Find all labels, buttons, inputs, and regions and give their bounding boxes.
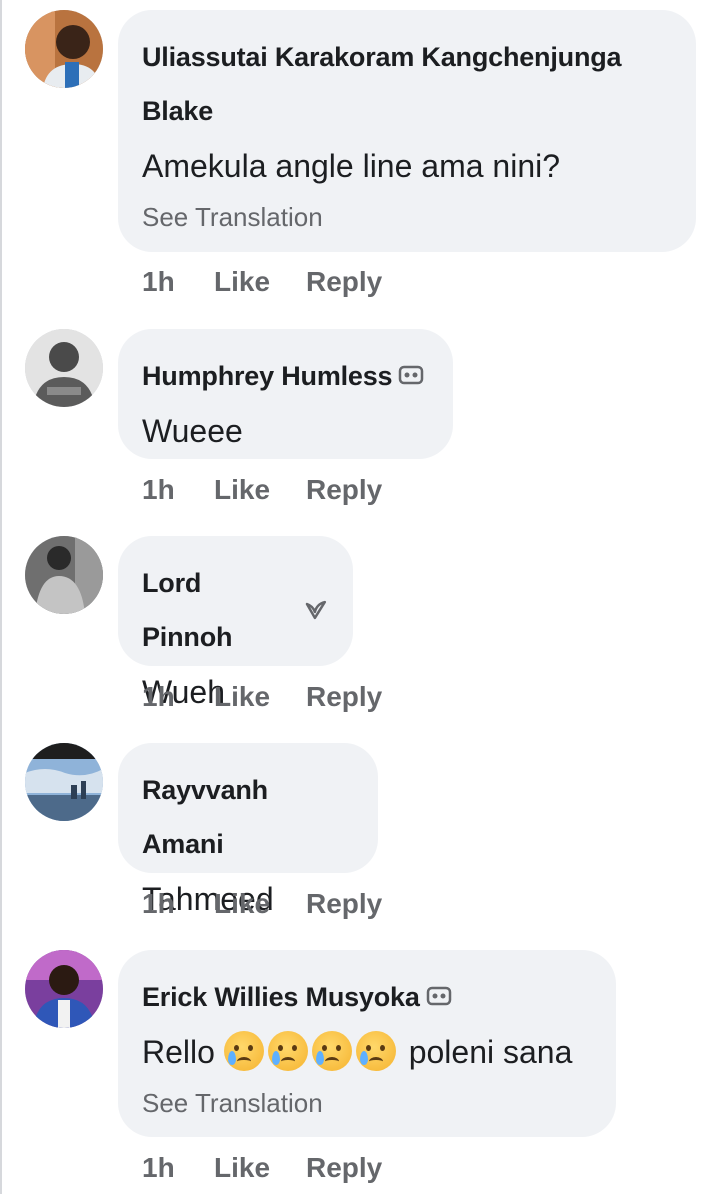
rising-fan-badge-icon (305, 600, 327, 620)
reply-button[interactable]: Reply (306, 266, 382, 298)
comment-actions: 1h Like Reply (142, 266, 382, 298)
like-button[interactable]: Like (214, 681, 306, 713)
avatar[interactable] (25, 329, 103, 407)
commenter-name-cont[interactable]: Blake (142, 84, 672, 138)
avatar[interactable] (25, 536, 103, 614)
comment-text: Amekula angle line ama nini? (142, 148, 561, 184)
comment-bubble[interactable]: Erick Willies Musyoka Rello poleni sana … (118, 950, 616, 1137)
crying-face-emoji (355, 1031, 396, 1071)
like-button[interactable]: Like (214, 474, 306, 506)
see-translation-link[interactable]: See Translation (142, 194, 672, 240)
like-button[interactable]: Like (214, 888, 306, 920)
top-fan-badge-icon (426, 986, 451, 1006)
comment-text: Wueee (142, 413, 243, 449)
commenter-name[interactable]: Rayvvanh Amani (142, 763, 354, 871)
comment-bubble[interactable]: Rayvvanh Amani Tahmeed (118, 743, 378, 917)
comment-bubble[interactable]: Lord Pinnoh Wueh (118, 536, 353, 710)
commenter-name[interactable]: Lord Pinnoh (142, 556, 297, 664)
comment-actions: 1h Like Reply (142, 888, 382, 920)
avatar[interactable] (25, 950, 103, 1028)
left-border (0, 0, 2, 1194)
avatar[interactable] (25, 10, 103, 88)
comment-time: 1h (142, 888, 175, 919)
commenter-name[interactable]: Humphrey Humless (142, 349, 393, 403)
comment-actions: 1h Like Reply (142, 681, 382, 713)
reply-button[interactable]: Reply (306, 474, 382, 506)
reply-button[interactable]: Reply (306, 681, 382, 713)
crying-face-emoji (223, 1031, 264, 1071)
comment-time: 1h (142, 681, 175, 712)
comment-actions: 1h Like Reply (142, 1152, 382, 1184)
crying-face-emoji (267, 1031, 308, 1071)
like-button[interactable]: Like (214, 1152, 306, 1184)
comment-actions: 1h Like Reply (142, 474, 382, 506)
comment-text-prefix: Rello (142, 1034, 215, 1070)
comment-time: 1h (142, 474, 175, 505)
comment-text: Rello poleni sana (142, 1024, 592, 1080)
top-fan-badge-icon (399, 365, 424, 385)
comment-bubble[interactable]: Humphrey Humless Wueee (118, 329, 453, 459)
crying-face-emoji (311, 1031, 352, 1071)
commenter-name[interactable]: Uliassutai Karakoram Kangchenjunga (142, 30, 672, 84)
avatar[interactable] (25, 743, 103, 821)
like-button[interactable]: Like (214, 266, 306, 298)
comment-time: 1h (142, 1152, 175, 1183)
reply-button[interactable]: Reply (306, 1152, 382, 1184)
comment-time: 1h (142, 266, 175, 297)
comment-text-suffix: poleni sana (408, 1034, 573, 1070)
commenter-name[interactable]: Erick Willies Musyoka (142, 970, 420, 1024)
see-translation-link[interactable]: See Translation (142, 1080, 592, 1126)
comment-bubble[interactable]: Uliassutai Karakoram Kangchenjunga Blake… (118, 10, 696, 252)
reply-button[interactable]: Reply (306, 888, 382, 920)
